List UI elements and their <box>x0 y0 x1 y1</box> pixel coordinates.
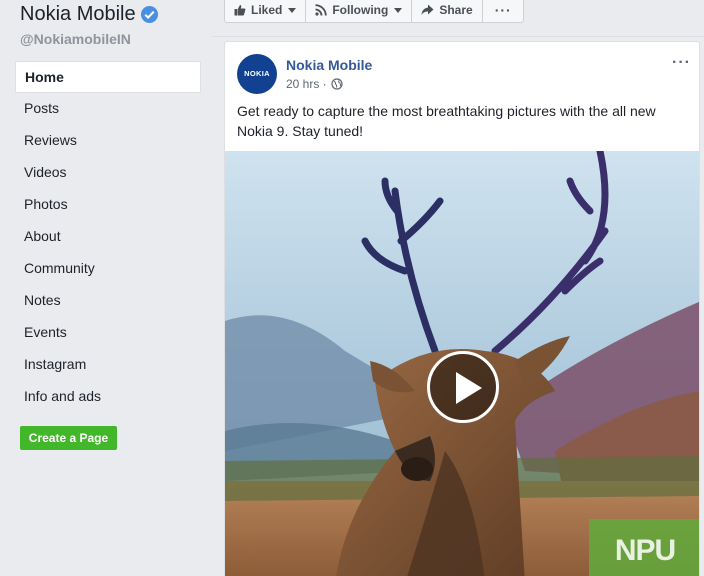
avatar[interactable]: NOKIA <box>237 54 277 94</box>
create-page-button[interactable]: Create a Page <box>20 426 117 450</box>
sidebar-item-info-and-ads[interactable]: Info and ads <box>15 381 201 413</box>
npu-watermark-logo: NPU <box>589 519 699 576</box>
chevron-down-icon <box>394 7 403 13</box>
sidebar-item-posts[interactable]: Posts <box>15 93 201 125</box>
sidebar-item-instagram[interactable]: Instagram <box>15 349 201 381</box>
post-author-link[interactable]: Nokia Mobile <box>286 57 372 73</box>
header-divider <box>212 36 704 37</box>
page-handle: @NokiamobileIN <box>20 31 131 47</box>
share-arrow-icon <box>421 4 434 15</box>
sidebar-item-videos[interactable]: Videos <box>15 157 201 189</box>
page-sidebar: Nokia Mobile @NokiamobileIN Home Posts R… <box>0 0 212 576</box>
chevron-down-icon <box>288 7 297 13</box>
feed-post: NOKIA Nokia Mobile 20 hrs · ··· Get read… <box>224 41 700 576</box>
share-button[interactable]: Share <box>412 0 483 22</box>
sidebar-item-home[interactable]: Home <box>15 61 201 93</box>
sidebar-item-reviews[interactable]: Reviews <box>15 125 201 157</box>
share-label: Share <box>439 3 473 17</box>
page-title[interactable]: Nokia Mobile <box>20 3 159 26</box>
sidebar-item-community[interactable]: Community <box>15 253 201 285</box>
verified-badge-icon <box>140 5 158 24</box>
more-options-button[interactable]: ··· <box>483 0 524 22</box>
following-label: Following <box>332 3 389 17</box>
post-timestamp[interactable]: 20 hrs · <box>286 77 327 91</box>
video-thumbnail[interactable]: NPU <box>225 151 699 576</box>
liked-button[interactable]: Liked <box>225 0 307 22</box>
post-options-menu[interactable]: ··· <box>672 54 691 72</box>
post-message: Get ready to capture the most breathtaki… <box>237 103 656 139</box>
thumbs-up-icon <box>234 5 246 16</box>
page-name-text[interactable]: Nokia Mobile <box>20 3 136 26</box>
rss-feed-icon <box>315 4 328 16</box>
page-action-bar: Liked Following Share ··· <box>224 0 524 23</box>
sidebar-nav: Home Posts Reviews Videos Photos About C… <box>15 61 201 413</box>
following-button[interactable]: Following <box>306 0 413 22</box>
play-button-icon[interactable] <box>427 351 499 423</box>
sidebar-item-notes[interactable]: Notes <box>15 285 201 317</box>
sidebar-item-about[interactable]: About <box>15 221 201 253</box>
globe-icon <box>331 78 343 90</box>
post-meta: 20 hrs · <box>286 77 343 91</box>
sidebar-item-events[interactable]: Events <box>15 317 201 349</box>
sidebar-item-photos[interactable]: Photos <box>15 189 201 221</box>
liked-label: Liked <box>251 3 283 17</box>
